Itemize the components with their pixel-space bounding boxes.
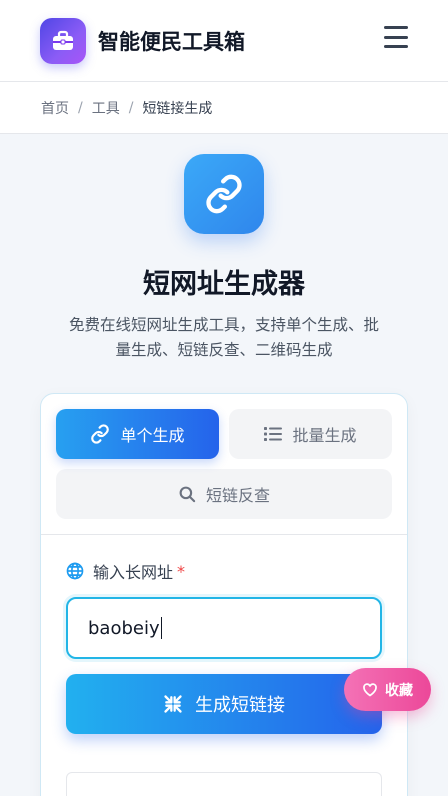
url-form: 输入长网址 * baobeiy 生成短链接 [41, 535, 407, 796]
label-text: 输入长网址 [93, 563, 174, 582]
tab-label: 批量生成 [292, 426, 357, 445]
mode-tabs: 单个生成 批量生成 短链反查 [41, 394, 407, 534]
search-icon [179, 486, 196, 503]
breadcrumb-home[interactable]: 首页 [41, 98, 69, 118]
favorite-button[interactable]: 收藏 [344, 668, 431, 711]
breadcrumb-separator: / [78, 99, 83, 116]
app-header: 智能便民工具箱 [0, 0, 448, 82]
generator-card: 单个生成 批量生成 短链反查 输入长网址 * baobeiy 生成短链接 [40, 393, 408, 796]
long-url-input[interactable]: baobeiy [66, 597, 382, 659]
required-mark: * [177, 561, 186, 581]
tab-reverse-lookup[interactable]: 短链反查 [56, 469, 392, 519]
favorite-label: 收藏 [385, 682, 413, 699]
list-icon [264, 427, 283, 441]
generate-short-link-button[interactable]: 生成短链接 [66, 674, 382, 734]
page-title: 短网址生成器 [143, 269, 305, 300]
breadcrumb-separator: / [128, 99, 134, 116]
breadcrumb-current: 短链接生成 [142, 100, 213, 117]
result-area [66, 772, 382, 796]
tab-single-generate[interactable]: 单个生成 [56, 409, 219, 459]
link-icon [184, 154, 264, 234]
page-description: 免费在线短网址生成工具，支持单个生成、批量生成、短链反查、二维码生成 [68, 316, 379, 359]
heart-icon [363, 683, 377, 697]
hamburger-menu-icon[interactable] [384, 26, 408, 48]
brand-name[interactable]: 智能便民工具箱 [98, 26, 245, 56]
tab-label: 单个生成 [120, 426, 185, 445]
compress-icon [164, 695, 182, 713]
breadcrumb-tools[interactable]: 工具 [92, 98, 120, 118]
breadcrumb: 首页 / 工具 / 短链接生成 [0, 82, 448, 134]
toolbox-icon[interactable] [40, 17, 86, 64]
globe-icon [66, 562, 84, 580]
tab-label: 短链反查 [205, 486, 270, 505]
button-label: 生成短链接 [195, 695, 285, 716]
text-caret [160, 617, 163, 639]
tab-batch-generate[interactable]: 批量生成 [229, 409, 392, 459]
url-field-label: 输入长网址 * [66, 559, 382, 583]
link-icon [91, 424, 110, 444]
input-value: baobeiy [88, 617, 160, 639]
